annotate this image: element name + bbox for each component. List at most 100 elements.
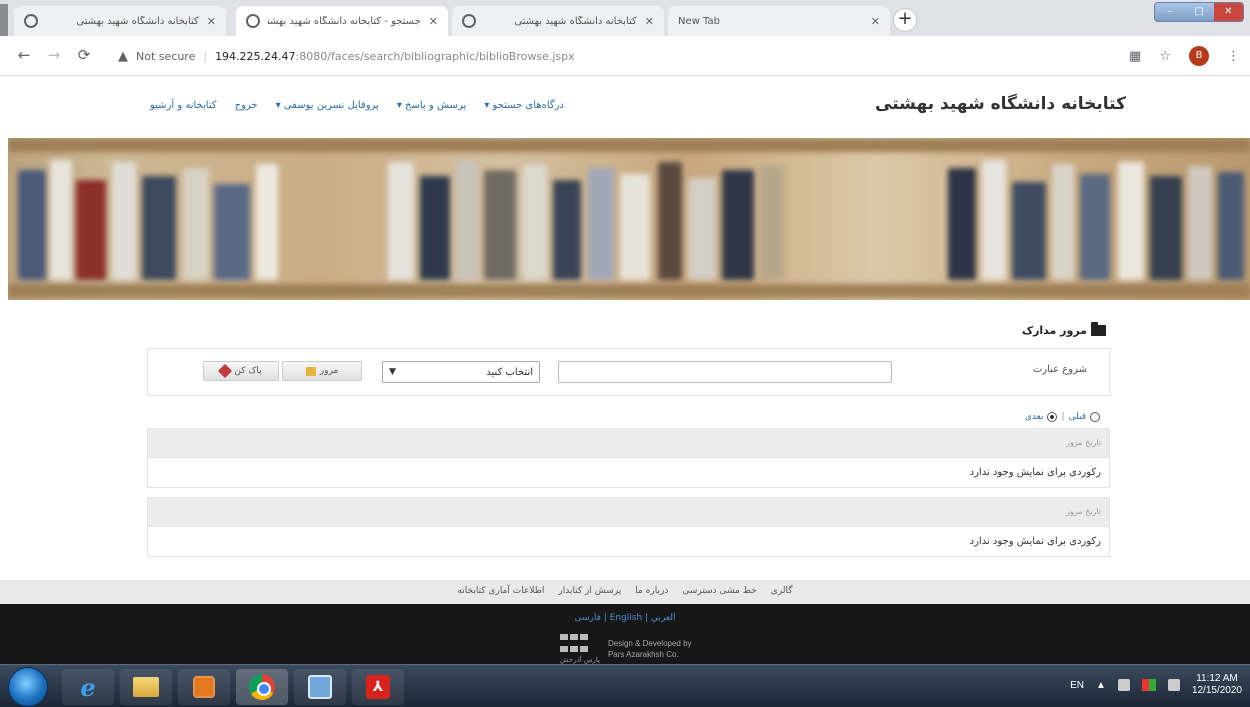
close-icon[interactable]: ✕ bbox=[207, 15, 216, 28]
tab-title: New Tab bbox=[678, 15, 720, 27]
field-select[interactable]: ▼ انتخاب کنید bbox=[382, 361, 540, 383]
taskbar: e ⅄ EN ▲ 11:12 AM 12/15/2020 bbox=[0, 664, 1250, 707]
system-tray: EN ▲ 11:12 AM 12/15/2020 bbox=[1070, 673, 1242, 697]
close-icon[interactable]: ✕ bbox=[429, 15, 438, 28]
result-header: تاریخ مرور bbox=[148, 498, 1109, 526]
bookshelf-banner bbox=[8, 138, 1250, 300]
result-panel: تاریخ مرور رکوردی برای نمایش وجود ندارد bbox=[147, 497, 1110, 557]
folder-open-icon bbox=[1091, 322, 1106, 336]
clear-button[interactable]: پاک کن bbox=[203, 361, 279, 381]
page-heading: مرور مدارک bbox=[1021, 322, 1106, 337]
browser-tab-strip: کتابخانه دانشگاه شهید بهشتی ✕ جستجو - کت… bbox=[0, 0, 1250, 36]
credit-line-2: Pars Azarakhsh Co. bbox=[607, 650, 679, 659]
menu-item-library-archive[interactable]: کتابخانه و آرشیو bbox=[150, 100, 217, 111]
footer-link-statistics[interactable]: اطلاعات آماری کتابخانه bbox=[457, 586, 544, 604]
minimize-button[interactable]: – bbox=[1155, 3, 1184, 21]
translate-icon[interactable]: ▦ bbox=[1129, 49, 1141, 64]
browse-label: مرور bbox=[319, 366, 339, 376]
browse-button[interactable]: مرور bbox=[282, 361, 362, 381]
clear-label: پاک کن bbox=[234, 366, 262, 376]
browser-tab[interactable]: New Tab ✕ bbox=[668, 6, 890, 36]
url-separator: | bbox=[203, 49, 208, 63]
internet-explorer-icon[interactable]: e bbox=[62, 669, 114, 705]
presentation-app-icon[interactable] bbox=[294, 669, 346, 705]
bookmark-star-icon[interactable]: ☆ bbox=[1159, 49, 1171, 64]
close-icon[interactable]: ✕ bbox=[645, 15, 654, 28]
radio-separator: | bbox=[1061, 412, 1065, 422]
search-panel: شروع عبارت ▼ انتخاب کنید مرور پاک کن bbox=[147, 348, 1110, 396]
volume-icon[interactable] bbox=[1117, 679, 1130, 691]
radio-previous-label[interactable]: قبلی bbox=[1069, 412, 1087, 422]
url-path: :8080/faces/search/bibliographic/biblioB… bbox=[295, 49, 575, 63]
menu-item-search-portals[interactable]: درگاه‌های جستجو ▾ bbox=[484, 100, 564, 111]
start-button[interactable] bbox=[8, 667, 48, 707]
action-center-flag-icon[interactable] bbox=[1141, 679, 1156, 691]
forward-arrow-icon[interactable]: → bbox=[44, 45, 64, 65]
menu-item-profile[interactable]: پروفایل نسرین یوسفی ▾ bbox=[276, 100, 379, 111]
search-input[interactable] bbox=[558, 361, 892, 383]
radio-next-label[interactable]: بعدی bbox=[1025, 412, 1044, 422]
tab-title: جستجو - کتابخانه دانشگاه شهید بهشتی bbox=[268, 15, 421, 27]
file-explorer-icon[interactable] bbox=[120, 669, 172, 705]
warning-icon: ▲ bbox=[118, 48, 128, 64]
developer-credits: پارس آذرخش Design & Developed by Pars Az… bbox=[560, 634, 692, 664]
pars-logo-icon bbox=[560, 634, 590, 656]
close-icon[interactable]: ✕ bbox=[871, 15, 880, 28]
eraser-icon bbox=[218, 363, 233, 379]
footer-link-gallery[interactable]: گالری bbox=[771, 586, 793, 604]
credit-line-1: Design & Developed by bbox=[607, 639, 692, 648]
browser-tab-active[interactable]: جستجو - کتابخانه دانشگاه شهید بهشتی ✕ bbox=[236, 6, 448, 36]
search-label: شروع عبارت bbox=[1032, 364, 1087, 375]
language-switcher[interactable]: فارسی | English | العربي bbox=[0, 613, 1250, 623]
address-bar: ← → ⟳ ▲ Not secure | 194.225.24.47:8080/… bbox=[0, 36, 1250, 76]
security-label: Not secure bbox=[136, 49, 196, 63]
window-close-button[interactable]: ✕ bbox=[1213, 3, 1243, 21]
tab-title: کتابخانه دانشگاه شهید بهشتی bbox=[76, 15, 199, 27]
footer-link-access-policy[interactable]: خط مشی دسترسی bbox=[682, 586, 756, 604]
globe-icon bbox=[24, 14, 38, 28]
tray-expand-icon[interactable]: ▲ bbox=[1096, 680, 1106, 691]
developer-logo: پارس آذرخش bbox=[560, 634, 600, 664]
reload-icon[interactable]: ⟳ bbox=[74, 45, 94, 65]
tab-title: کتابخانه دانشگاه شهید بهشتی bbox=[514, 15, 637, 27]
menu-dots-icon[interactable]: ⋮ bbox=[1227, 49, 1240, 64]
network-icon[interactable] bbox=[1167, 679, 1180, 691]
footer-link-ask-librarian[interactable]: پرسش از کتابدار bbox=[558, 586, 621, 604]
clock[interactable]: 11:12 AM 12/15/2020 bbox=[1192, 673, 1242, 697]
result-header-text: تاریخ مرور bbox=[1066, 438, 1101, 447]
browser-tab[interactable]: کتابخانه دانشگاه شهید بهشتی ✕ bbox=[14, 6, 226, 36]
clock-date: 12/15/2020 bbox=[1191, 685, 1242, 696]
menu-item-logout[interactable]: خروج bbox=[235, 100, 258, 111]
top-menu: درگاه‌های جستجو ▾ پرسش و پاسخ ▾ پروفایل … bbox=[150, 100, 564, 111]
url-field[interactable]: ▲ Not secure | 194.225.24.47:8080/faces/… bbox=[118, 44, 1078, 68]
maximize-button[interactable]: □ bbox=[1184, 3, 1213, 21]
language-indicator[interactable]: EN bbox=[1070, 680, 1084, 691]
radio-previous[interactable] bbox=[1090, 412, 1100, 422]
shelf bbox=[8, 284, 1250, 298]
back-arrow-icon[interactable]: ← bbox=[14, 45, 34, 65]
menu-item-qa[interactable]: پرسش و پاسخ ▾ bbox=[397, 100, 466, 111]
page-heading-text: مرور مدارک bbox=[1021, 324, 1087, 337]
globe-icon bbox=[462, 14, 476, 28]
url-host: 194.225.24.47 bbox=[215, 49, 296, 63]
chrome-icon[interactable] bbox=[236, 669, 288, 705]
window-controls: – □ ✕ bbox=[1154, 2, 1244, 22]
browser-tab[interactable]: کتابخانه دانشگاه شهید بهشتی ✕ bbox=[452, 6, 664, 36]
result-panel: تاریخ مرور رکوردی برای نمایش وجود ندارد bbox=[147, 428, 1110, 488]
globe-icon bbox=[246, 14, 260, 28]
new-tab-button[interactable]: + bbox=[893, 8, 917, 32]
direction-radios: قبلی | بعدی bbox=[1025, 412, 1100, 422]
site-header: کتابخانه دانشگاه شهید بهشتی درگاه‌های جس… bbox=[0, 76, 1250, 138]
media-player-icon[interactable] bbox=[178, 669, 230, 705]
browse-icon bbox=[305, 366, 316, 376]
site-title[interactable]: کتابخانه دانشگاه شهید بهشتی bbox=[875, 94, 1126, 114]
radio-next[interactable] bbox=[1047, 412, 1058, 422]
profile-avatar[interactable]: B bbox=[1189, 46, 1209, 66]
result-body: رکوردی برای نمایش وجود ندارد bbox=[148, 526, 1109, 556]
footer-link-about[interactable]: درباره ما bbox=[635, 586, 668, 604]
result-header-text: تاریخ مرور bbox=[1066, 507, 1101, 516]
pdf-reader-icon[interactable]: ⅄ bbox=[352, 669, 404, 705]
window-edge bbox=[0, 4, 8, 36]
logo-caption: پارس آذرخش bbox=[560, 656, 600, 664]
empty-message: رکوردی برای نمایش وجود ندارد bbox=[969, 467, 1101, 478]
